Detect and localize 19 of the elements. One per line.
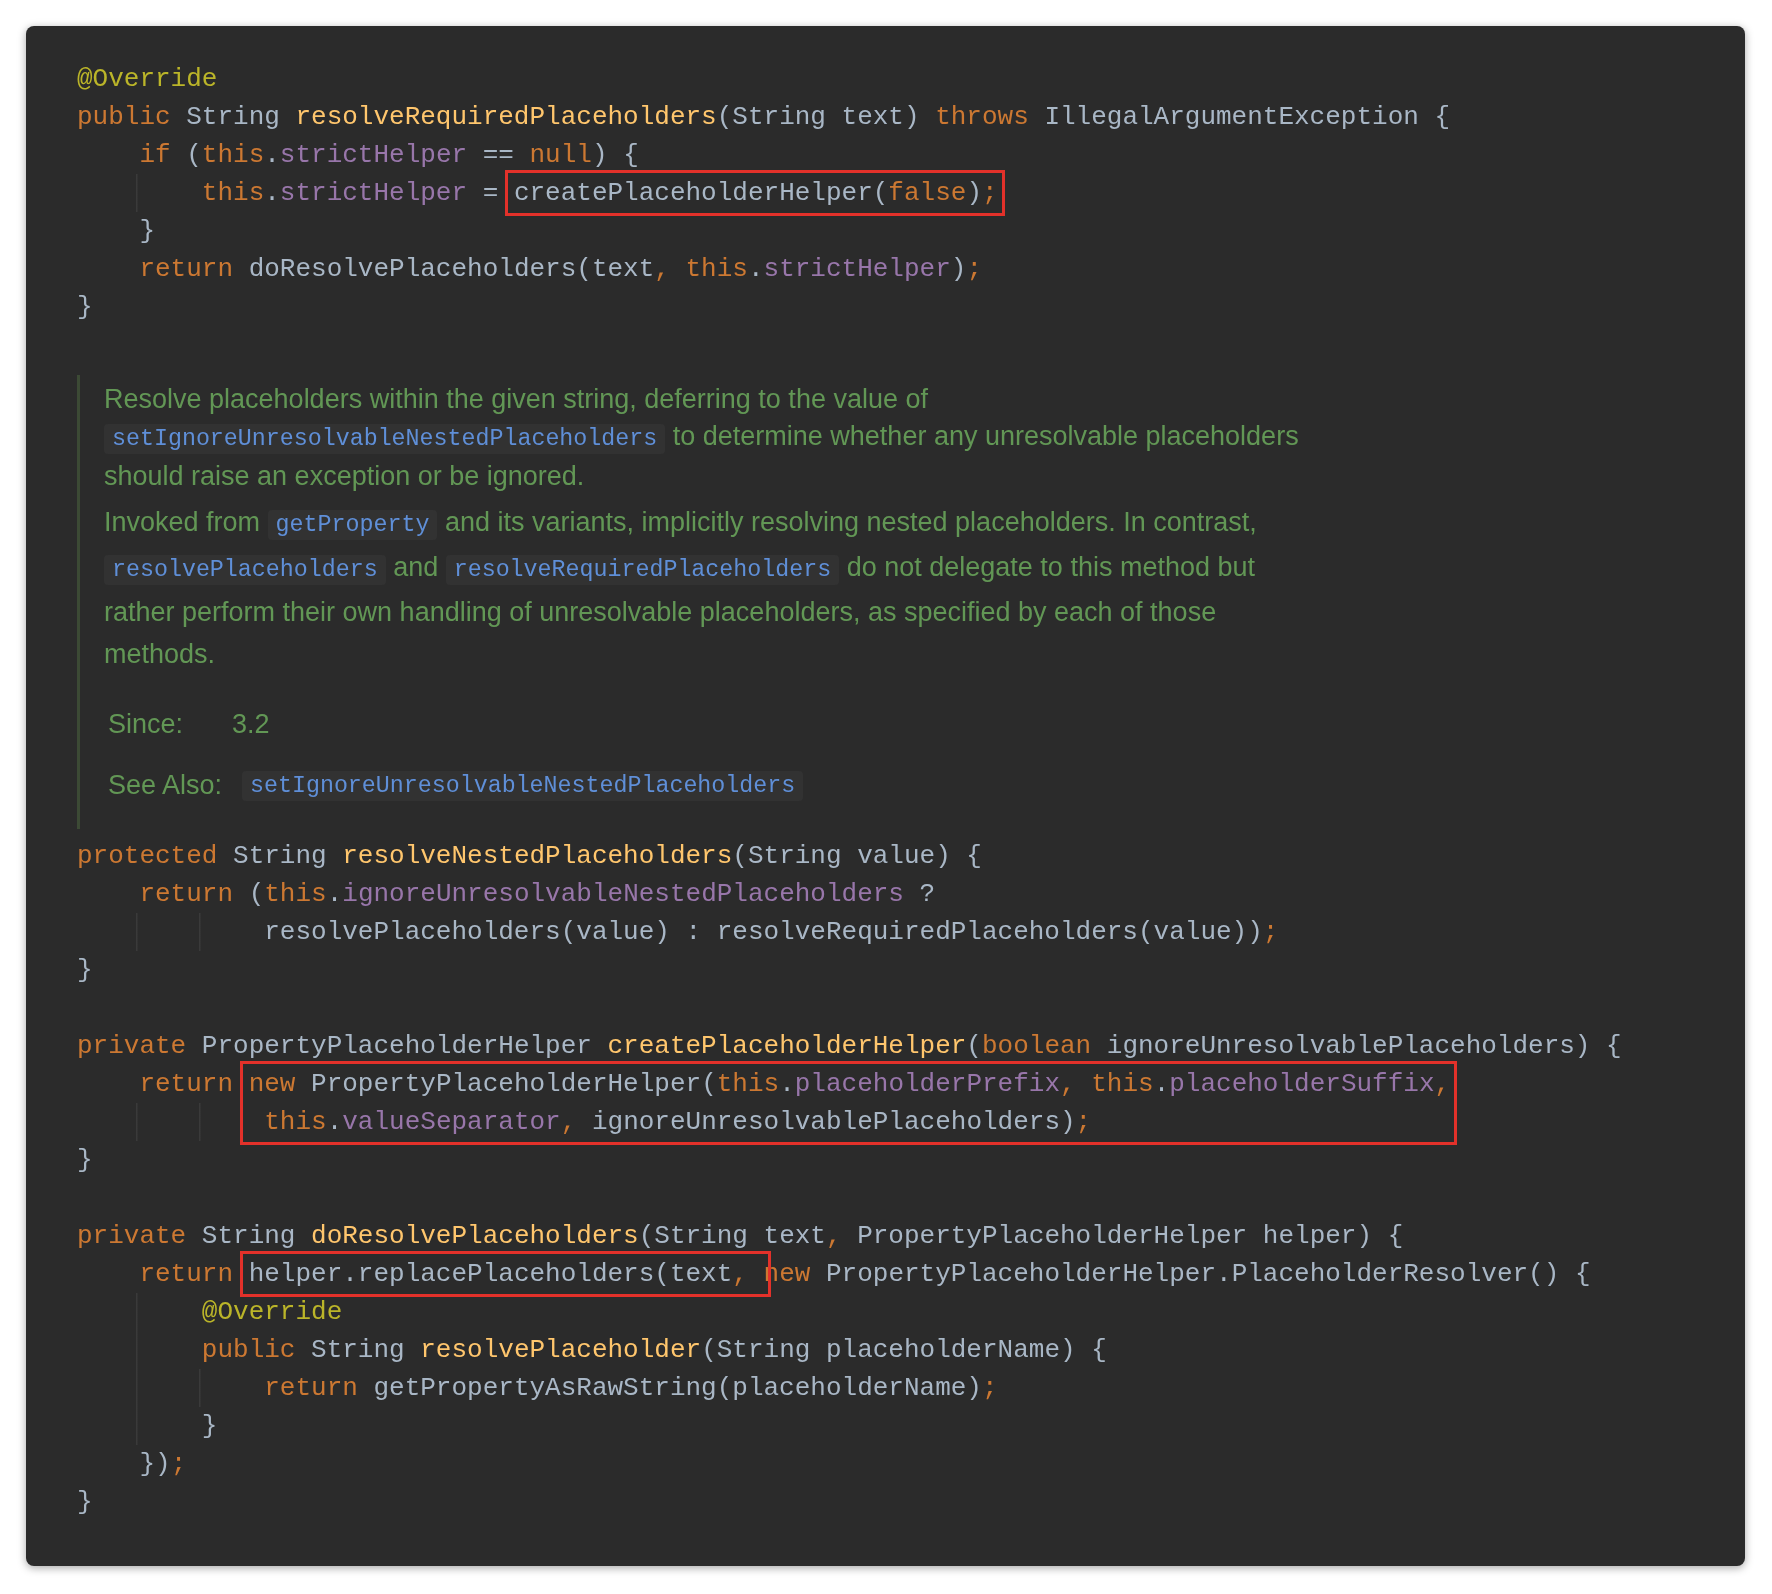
doc-paragraph: Resolve placeholders within the given string, deferring to the value of setIgnoreUnresolvableNestedPlaceholders to determine whether any unresolvable placeholders should raise an exception or be ignored.: [104, 383, 1300, 493]
code-link[interactable]: resolvePlaceholders: [104, 555, 386, 585]
code-link[interactable]: setIgnoreUnresolvableNestedPlaceholders: [104, 424, 666, 454]
since-value: 3.2: [232, 709, 270, 740]
code-link[interactable]: resolveRequiredPlaceholders: [445, 555, 840, 585]
code-line: protected String resolveNestedPlaceholders(String value) {: [77, 840, 983, 873]
see-also-label: See Also:: [108, 770, 224, 801]
since-label: Since:: [108, 709, 185, 740]
code-line: }: [77, 954, 94, 987]
code-line: private String doResolvePlaceholders(String text, PropertyPlaceholderHelper helper) {: [77, 1220, 1405, 1253]
doc-paragraph: Invoked from getProperty and its variants, implicitly resolving nested placeholders. In contrast, resolvePlaceholders and resolveRequiredPlaceholders do not delegate to this method but rather perform their own handling of unresolvable placeholders, as specified by each of those methods.: [104, 506, 1258, 671]
code-line: }: [77, 1486, 94, 1519]
code-line: public String resolveRequiredPlaceholders(String text) throws IllegalArgumentException {: [77, 101, 1452, 134]
code-line: }: [77, 1144, 94, 1177]
code-line: private PropertyPlaceholderHelper createPlaceholderHelper(boolean ignoreUnresolvablePlaceholders) {: [77, 1030, 1623, 1063]
code-link[interactable]: getProperty: [267, 510, 438, 540]
code-link[interactable]: setIgnoreUnresolvableNestedPlaceholders: [242, 770, 804, 801]
code-line: }: [77, 291, 94, 324]
code-line: @Override: [77, 63, 219, 96]
